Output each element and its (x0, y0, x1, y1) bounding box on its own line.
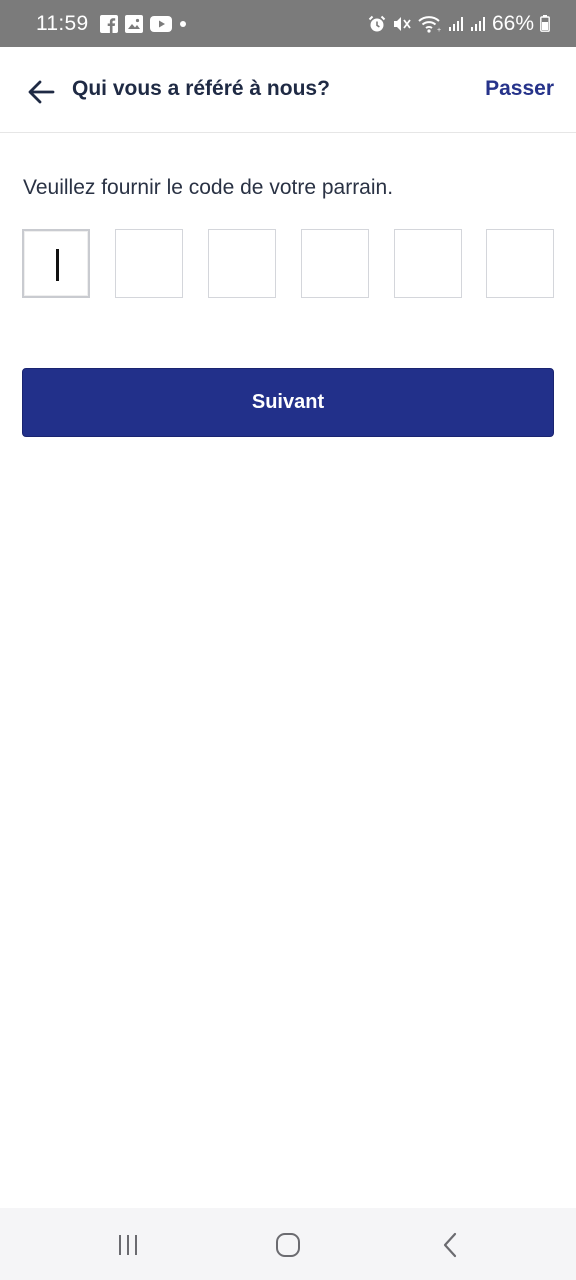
battery-icon (540, 15, 550, 32)
next-button[interactable]: Suivant (22, 368, 554, 437)
dot-icon (179, 20, 187, 28)
gallery-icon (124, 14, 143, 33)
referral-code-input (22, 229, 554, 298)
page-title: Qui vous a référé à nous? (72, 77, 330, 100)
nav-back-button[interactable] (430, 1228, 470, 1262)
code-digit-1[interactable] (22, 229, 90, 298)
app-bar: Qui vous a référé à nous? Passer (0, 47, 576, 133)
mute-icon (392, 15, 412, 33)
code-digit-4[interactable] (301, 229, 369, 298)
alarm-icon (368, 15, 386, 33)
home-icon (276, 1233, 300, 1257)
system-nav-bar (0, 1208, 576, 1280)
status-right: + 66% (368, 12, 550, 36)
code-digit-3[interactable] (208, 229, 276, 298)
facebook-icon (99, 14, 118, 33)
wifi-icon: + (418, 15, 442, 33)
home-button[interactable] (268, 1228, 308, 1262)
back-icon (443, 1232, 457, 1258)
skip-button[interactable]: Passer (485, 77, 554, 101)
signal-icon (448, 16, 464, 32)
recents-button[interactable] (108, 1228, 148, 1262)
code-digit-6[interactable] (486, 229, 554, 298)
status-time: 11:59 (36, 11, 89, 35)
status-bar: 11:59 + 66% (0, 0, 576, 47)
battery-percent: 66% (491, 11, 534, 35)
status-left: 11:59 (36, 12, 187, 36)
svg-text:+: + (437, 27, 441, 33)
recents-icon (119, 1235, 137, 1255)
youtube-icon (149, 15, 172, 32)
back-button[interactable] (22, 73, 60, 111)
code-digit-2[interactable] (115, 229, 183, 298)
instruction-text: Veuillez fournir le code de votre parrai… (23, 176, 394, 199)
signal-icon (470, 16, 486, 32)
code-digit-5[interactable] (394, 229, 462, 298)
text-caret (56, 249, 59, 281)
arrow-left-icon (28, 80, 55, 104)
